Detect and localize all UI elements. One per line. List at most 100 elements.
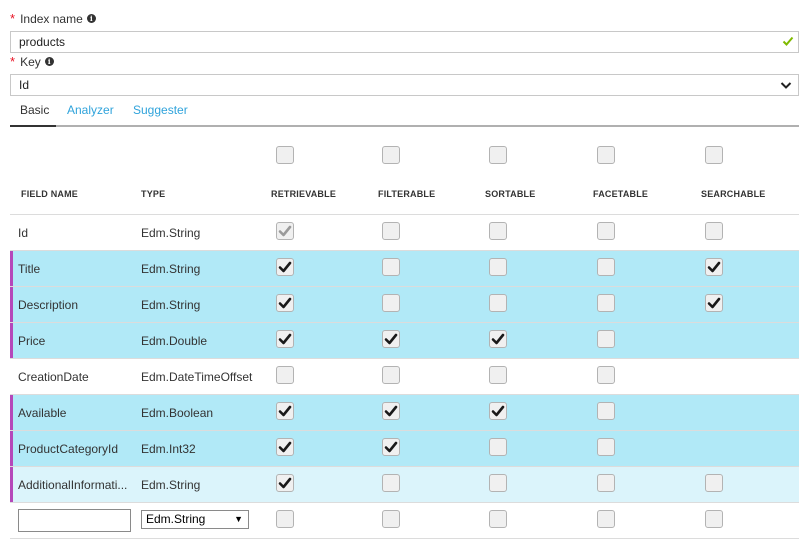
retrievable-checkbox[interactable] <box>276 366 294 384</box>
field-name-cell: Title <box>18 262 41 276</box>
modified-row-marker <box>10 467 13 502</box>
tab-analyzer[interactable]: Analyzer <box>67 103 114 117</box>
valid-check-icon <box>782 33 794 51</box>
facetable-checkbox[interactable] <box>597 474 615 492</box>
field-type-cell: Edm.String <box>141 298 201 312</box>
table-row[interactable]: Id Edm.String <box>10 214 799 250</box>
index-name-label-text: Index name <box>20 11 83 26</box>
field-type-cell: Edm.String <box>141 262 201 276</box>
field-name-cell: Description <box>18 298 79 312</box>
filterable-checkbox[interactable] <box>382 366 400 384</box>
sortable-checkbox[interactable] <box>489 294 507 312</box>
new-field-filterable-checkbox[interactable] <box>382 510 400 528</box>
modified-row-marker <box>10 323 13 358</box>
new-field-name-input[interactable] <box>18 509 131 532</box>
sortable-checkbox[interactable] <box>489 222 507 240</box>
filterable-checkbox[interactable] <box>382 438 400 456</box>
key-select-value: Id <box>19 78 30 92</box>
filterable-checkbox[interactable] <box>382 294 400 312</box>
field-type-cell: Edm.Int32 <box>141 442 196 456</box>
field-name-cell: CreationDate <box>18 370 89 384</box>
field-type-cell: Edm.Double <box>141 334 208 348</box>
key-label-text: Key <box>20 54 41 69</box>
retrievable-checkbox[interactable] <box>276 330 294 348</box>
column-header-facetable: FACETABLE <box>593 189 649 199</box>
modified-row-marker <box>10 251 13 286</box>
field-name-cell: Id <box>18 226 29 240</box>
modified-row-marker <box>10 431 13 466</box>
required-marker: * <box>10 11 16 26</box>
info-icon[interactable]: i <box>86 14 96 23</box>
select-all-sortable-checkbox[interactable] <box>489 146 507 164</box>
info-icon[interactable]: i <box>44 57 54 66</box>
column-header-field-name: FIELD NAME <box>21 189 78 199</box>
select-all-retrievable-checkbox[interactable] <box>276 146 294 164</box>
filterable-checkbox[interactable] <box>382 474 400 492</box>
index-name-input[interactable]: products <box>10 31 799 53</box>
sortable-checkbox[interactable] <box>489 258 507 276</box>
facetable-checkbox[interactable] <box>597 258 615 276</box>
retrievable-checkbox[interactable] <box>276 438 294 456</box>
modified-row-marker <box>10 287 13 322</box>
new-field-facetable-checkbox[interactable] <box>597 510 615 528</box>
table-row[interactable]: AdditionalInformati... Edm.String <box>10 466 799 502</box>
retrievable-checkbox <box>276 222 294 240</box>
field-type-cell: Edm.DateTimeOffset <box>141 370 253 384</box>
new-field-sortable-checkbox[interactable] <box>489 510 507 528</box>
sortable-checkbox[interactable] <box>489 330 507 348</box>
column-header-type: TYPE <box>141 189 166 199</box>
column-header-sortable: SORTABLE <box>485 189 536 199</box>
sortable-checkbox[interactable] <box>489 438 507 456</box>
chevron-down-icon <box>780 77 792 93</box>
searchable-checkbox[interactable] <box>705 258 723 276</box>
filterable-checkbox[interactable] <box>382 402 400 420</box>
facetable-checkbox[interactable] <box>597 366 615 384</box>
index-name-label: * Index name i <box>10 11 96 26</box>
field-name-cell: ProductCategoryId <box>18 442 119 456</box>
facetable-checkbox[interactable] <box>597 294 615 312</box>
retrievable-checkbox[interactable] <box>276 294 294 312</box>
table-row[interactable]: Description Edm.String <box>10 286 799 322</box>
sortable-checkbox[interactable] <box>489 474 507 492</box>
select-all-facetable-checkbox[interactable] <box>597 146 615 164</box>
facetable-checkbox[interactable] <box>597 438 615 456</box>
table-row[interactable]: ProductCategoryId Edm.Int32 <box>10 430 799 466</box>
sortable-checkbox[interactable] <box>489 366 507 384</box>
new-field-type-select[interactable]: Edm.String ▼ <box>141 510 249 529</box>
tab-basic[interactable]: Basic <box>20 103 49 117</box>
select-all-searchable-checkbox[interactable] <box>705 146 723 164</box>
retrievable-checkbox[interactable] <box>276 474 294 492</box>
searchable-checkbox[interactable] <box>705 474 723 492</box>
field-name-cell: Price <box>18 334 46 348</box>
field-type-cell: Edm.String <box>141 478 201 492</box>
key-label: * Key i <box>10 54 54 69</box>
dropdown-arrow-icon: ▼ <box>234 514 243 524</box>
filterable-checkbox[interactable] <box>382 222 400 240</box>
select-all-filterable-checkbox[interactable] <box>382 146 400 164</box>
table-row[interactable]: Price Edm.Double <box>10 322 799 358</box>
field-name-cell: Available <box>18 406 67 420</box>
filterable-checkbox[interactable] <box>382 330 400 348</box>
table-row[interactable]: Available Edm.Boolean <box>10 394 799 430</box>
new-field-retrievable-checkbox[interactable] <box>276 510 294 528</box>
index-name-value: products <box>19 35 66 49</box>
retrievable-checkbox[interactable] <box>276 402 294 420</box>
table-row[interactable]: CreationDate Edm.DateTimeOffset <box>10 358 799 394</box>
table-row[interactable]: Title Edm.String <box>10 250 799 286</box>
retrievable-checkbox[interactable] <box>276 258 294 276</box>
facetable-checkbox[interactable] <box>597 222 615 240</box>
table-bottom-border <box>10 538 799 539</box>
tab-suggester[interactable]: Suggester <box>133 103 188 117</box>
modified-row-marker <box>10 395 13 430</box>
new-field-type-value: Edm.String <box>146 512 206 526</box>
filterable-checkbox[interactable] <box>382 258 400 276</box>
sortable-checkbox[interactable] <box>489 402 507 420</box>
searchable-checkbox[interactable] <box>705 294 723 312</box>
column-header-filterable: FILTERABLE <box>378 189 436 199</box>
field-name-cell: AdditionalInformati... <box>18 478 128 492</box>
key-select[interactable]: Id <box>10 74 799 96</box>
searchable-checkbox[interactable] <box>705 222 723 240</box>
facetable-checkbox[interactable] <box>597 402 615 420</box>
facetable-checkbox[interactable] <box>597 330 615 348</box>
new-field-searchable-checkbox[interactable] <box>705 510 723 528</box>
